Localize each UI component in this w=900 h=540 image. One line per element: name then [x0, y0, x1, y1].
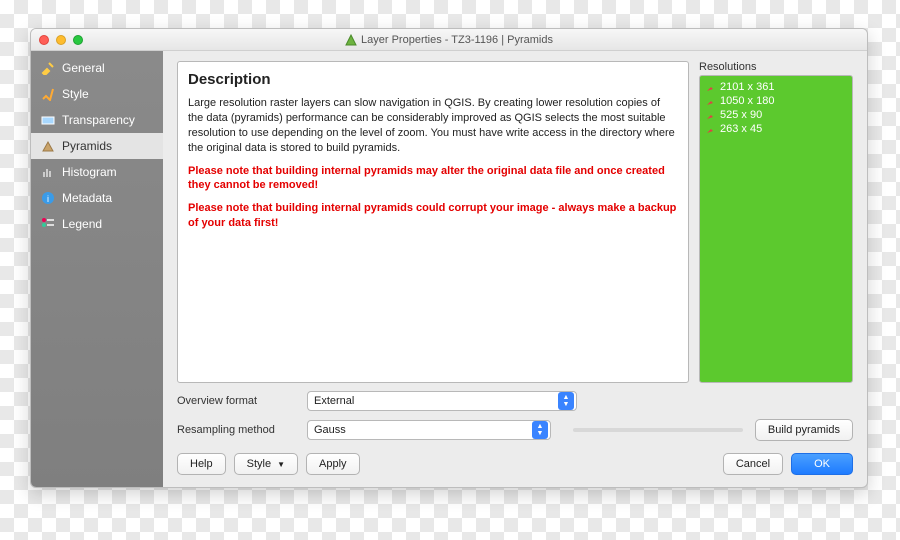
resolutions-label: Resolutions — [699, 61, 853, 73]
sidebar-item-label: Transparency — [62, 113, 135, 127]
sidebar-item-pyramids[interactable]: Pyramids — [31, 133, 163, 159]
resolutions-list[interactable]: 2101 x 361 1050 x 180 525 x 90 263 x 45 — [699, 75, 853, 383]
apply-button[interactable]: Apply — [306, 453, 360, 475]
sidebar-item-label: Legend — [62, 217, 102, 231]
chevron-down-icon: ▼ — [277, 460, 285, 469]
legend-icon — [41, 217, 55, 231]
resolutions-panel: Resolutions 2101 x 361 1050 x 180 525 x … — [699, 61, 853, 383]
ok-button[interactable]: OK — [791, 453, 853, 475]
chevron-updown-icon: ▲▼ — [532, 421, 548, 439]
zoom-icon[interactable] — [73, 35, 83, 45]
sidebar-item-general[interactable]: General — [31, 55, 163, 81]
resolution-item[interactable]: 1050 x 180 — [704, 94, 848, 108]
overview-format-label: Overview format — [177, 395, 297, 407]
build-progress — [573, 428, 743, 432]
sidebar-item-label: Metadata — [62, 191, 112, 205]
tools-icon — [41, 61, 55, 75]
transparency-icon — [41, 113, 55, 127]
help-button[interactable]: Help — [177, 453, 226, 475]
pin-icon — [706, 97, 715, 106]
resampling-method-label: Resampling method — [177, 424, 297, 436]
sidebar-item-histogram[interactable]: Histogram — [31, 159, 163, 185]
overview-format-value: External — [314, 395, 354, 407]
minimize-icon[interactable] — [56, 35, 66, 45]
pin-icon — [706, 125, 715, 134]
sidebar-item-label: General — [62, 61, 105, 75]
sidebar-item-label: Pyramids — [62, 139, 112, 153]
sidebar-item-metadata[interactable]: i Metadata — [31, 185, 163, 211]
resampling-method-select[interactable]: Gauss ▲▼ — [307, 420, 551, 440]
qgis-icon — [345, 34, 357, 46]
sidebar-item-transparency[interactable]: Transparency — [31, 107, 163, 133]
histogram-icon — [41, 165, 55, 179]
description-panel: Description Large resolution raster laye… — [177, 61, 689, 383]
overview-format-select[interactable]: External ▲▼ — [307, 391, 577, 411]
sidebar: General Style Transparency Pyramids Hist… — [31, 51, 163, 487]
description-heading: Description — [188, 70, 678, 90]
sidebar-item-legend[interactable]: Legend — [31, 211, 163, 237]
main-panel: Description Large resolution raster laye… — [163, 51, 867, 487]
dialog-button-bar: Help Style▼ Apply Cancel OK — [177, 449, 853, 477]
pin-icon — [706, 83, 715, 92]
pin-icon — [706, 111, 715, 120]
sidebar-item-label: Histogram — [62, 165, 117, 179]
description-warning-2: Please note that building internal pyram… — [188, 201, 678, 231]
close-icon[interactable] — [39, 35, 49, 45]
sidebar-item-label: Style — [62, 87, 89, 101]
titlebar: Layer Properties - TZ3-1196 | Pyramids — [31, 29, 867, 51]
layer-properties-window: Layer Properties - TZ3-1196 | Pyramids G… — [30, 28, 868, 488]
svg-text:i: i — [47, 194, 49, 204]
cancel-button[interactable]: Cancel — [723, 453, 783, 475]
description-warning-1: Please note that building internal pyram… — [188, 164, 678, 194]
chevron-updown-icon: ▲▼ — [558, 392, 574, 410]
window-title: Layer Properties - TZ3-1196 | Pyramids — [361, 34, 553, 46]
build-pyramids-button[interactable]: Build pyramids — [755, 419, 853, 441]
brush-icon — [41, 87, 55, 101]
description-body: Large resolution raster layers can slow … — [188, 96, 678, 155]
pyramid-icon — [41, 139, 55, 153]
resolution-item[interactable]: 525 x 90 — [704, 108, 848, 122]
resolution-item[interactable]: 2101 x 361 — [704, 80, 848, 94]
resampling-method-value: Gauss — [314, 424, 346, 436]
resolution-item[interactable]: 263 x 45 — [704, 122, 848, 136]
sidebar-item-style[interactable]: Style — [31, 81, 163, 107]
info-icon: i — [41, 191, 55, 205]
style-button[interactable]: Style▼ — [234, 453, 298, 475]
